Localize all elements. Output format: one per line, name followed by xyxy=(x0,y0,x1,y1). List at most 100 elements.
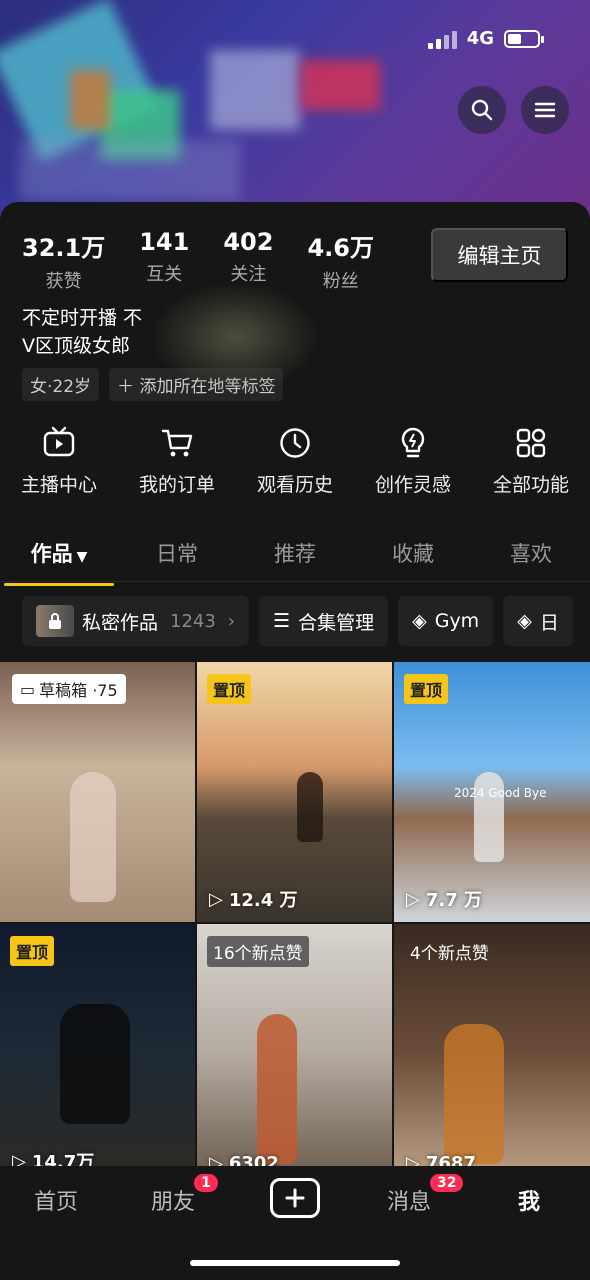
stat-label: 获赞 xyxy=(45,271,82,292)
tab-likes[interactable]: 喜欢 xyxy=(472,524,590,586)
feature-streamer-center[interactable]: 主播中心 xyxy=(4,426,114,497)
divider xyxy=(0,581,590,582)
play-icon: ▷ xyxy=(406,888,420,910)
video-thumbnail[interactable]: 2024 Good Bye 置顶 ▷ 7.7 万 xyxy=(394,662,590,922)
signal-icon xyxy=(427,29,457,49)
feature-watch-history[interactable]: 观看历史 xyxy=(240,426,350,497)
filter-row: 私密作品 1243 › ☰ 合集管理 ◈ Gym ◈ 日 xyxy=(22,596,573,646)
video-thumbnail[interactable]: 置顶 ▷ 12.4 万 xyxy=(197,662,392,922)
play-icon: ▷ xyxy=(209,888,223,910)
collection-manage-chip[interactable]: ☰ 合集管理 xyxy=(259,596,389,646)
grid-icon xyxy=(516,428,546,458)
content-tabs: 作品 ▼ 日常 推荐 收藏 喜欢 xyxy=(0,524,590,586)
video-grid: ▭ 草稿箱 ·75 置顶 ▷ 12.4 万 2024 Good Bye 置顶 ▷ 7.… xyxy=(0,662,590,1184)
stat-value: 141 xyxy=(139,228,190,256)
create-button[interactable] xyxy=(270,1178,320,1218)
feature-label: 观看历史 xyxy=(256,474,333,496)
tab-favorites[interactable]: 收藏 xyxy=(354,524,472,586)
video-thumbnail[interactable]: 置顶 ▷ 14.7万 xyxy=(0,924,195,1184)
private-works-chip[interactable]: 私密作品 1243 › xyxy=(22,596,250,646)
video-thumbnail[interactable]: 4个新点赞 ▷ 7687 xyxy=(394,924,590,1184)
stat-value: 4.6万 xyxy=(307,234,374,262)
private-works-label: 私密作品 xyxy=(82,611,159,634)
stat-value: 402 xyxy=(223,228,274,256)
bottom-nav: 首页 朋友 1 消息 32 我 xyxy=(0,1166,590,1280)
feature-inspiration[interactable]: 创作灵感 xyxy=(358,426,468,497)
profile-card: 32.1万 获赞 141 互关 402 关注 4.6万 粉丝 编辑主页 不定时开… xyxy=(0,202,590,1280)
pinned-badge: 置顶 xyxy=(10,936,55,966)
play-count: ▷ 12.4 万 xyxy=(209,886,298,912)
stat-value: 32.1万 xyxy=(22,234,106,262)
feature-my-orders[interactable]: 我的订单 xyxy=(122,426,232,497)
edit-profile-button[interactable]: 编辑主页 xyxy=(431,228,568,282)
drafts-label: 草稿箱 ·75 xyxy=(39,681,118,700)
video-thumbnail[interactable]: ▭ 草稿箱 ·75 xyxy=(0,662,195,922)
drafts-icon: ▭ xyxy=(20,679,36,699)
menu-icon xyxy=(534,102,556,118)
bio-line: 不定时开播 不 xyxy=(22,307,143,329)
play-count-value: 7.7 万 xyxy=(425,890,482,911)
battery-icon xyxy=(504,29,544,48)
video-thumbnail[interactable]: 16个新点赞 ▷ 6302 xyxy=(197,924,392,1184)
drafts-badge: ▭ 草稿箱 ·75 xyxy=(12,674,126,704)
plus-icon xyxy=(285,1188,305,1208)
status-bar: 4G xyxy=(427,28,544,49)
more-collection-chip[interactable]: ◈ 日 xyxy=(503,596,573,646)
bio-line: V区顶级女郎 xyxy=(22,335,130,357)
clock-icon xyxy=(280,428,310,458)
redaction-blur xyxy=(150,282,320,392)
tab-recommend[interactable]: 推荐 xyxy=(236,524,354,586)
play-count: ▷ 7.7 万 xyxy=(406,886,482,912)
feature-all-functions[interactable]: 全部功能 xyxy=(476,426,586,497)
video-figure xyxy=(444,1024,504,1164)
feature-label: 主播中心 xyxy=(20,474,97,496)
chevron-right-icon: › xyxy=(227,610,236,632)
layers-icon: ◈ xyxy=(517,610,532,632)
banner-blur xyxy=(20,140,240,200)
banner-blur xyxy=(300,60,380,110)
nav-home[interactable]: 首页 xyxy=(34,1184,78,1216)
video-figure xyxy=(70,772,116,902)
video-figure xyxy=(257,1014,297,1164)
messages-badge: 32 xyxy=(430,1174,464,1192)
bio: 不定时开播 不 V区顶级女郎 xyxy=(22,304,142,360)
tab-works[interactable]: 作品 ▼ xyxy=(0,524,118,586)
nav-friends[interactable]: 朋友 xyxy=(151,1184,195,1216)
video-figure xyxy=(60,1004,130,1124)
banner-blur xyxy=(70,70,110,130)
private-works-count: 1243 xyxy=(170,610,216,632)
feature-row: 主播中心 我的订单 观看历史 创作灵感 全部功能 xyxy=(0,426,590,497)
feature-label: 全部功能 xyxy=(492,474,569,496)
nav-me[interactable]: 我 xyxy=(518,1184,540,1216)
video-figure xyxy=(297,772,323,842)
menu-button[interactable] xyxy=(521,86,569,134)
network-label: 4G xyxy=(466,28,494,49)
gender-age-tag[interactable]: 女·22岁 xyxy=(22,368,100,401)
collection-manage-label: 合集管理 xyxy=(298,611,375,634)
cart-icon xyxy=(161,429,193,457)
list-icon: ☰ xyxy=(273,610,291,632)
tab-label: 作品 xyxy=(30,542,73,566)
layers-icon: ◈ xyxy=(412,610,427,632)
search-button[interactable] xyxy=(458,86,506,134)
nav-messages[interactable]: 消息 xyxy=(387,1184,431,1216)
pinned-badge: 置顶 xyxy=(404,674,449,704)
tab-daily[interactable]: 日常 xyxy=(118,524,236,586)
video-overlay-text: 2024 Good Bye xyxy=(454,786,547,800)
feature-label: 我的订单 xyxy=(138,474,215,496)
caret-down-icon: ▼ xyxy=(76,549,88,565)
stat-likes[interactable]: 32.1万 获赞 xyxy=(22,228,105,293)
search-icon xyxy=(471,99,493,121)
banner-blur xyxy=(210,50,300,130)
gym-label: Gym xyxy=(434,610,480,632)
friends-badge: 1 xyxy=(194,1174,218,1192)
bulb-icon xyxy=(401,427,425,458)
gym-collection-chip[interactable]: ◈ Gym xyxy=(398,596,494,646)
new-likes-badge: 16个新点赞 xyxy=(207,936,309,967)
lock-icon xyxy=(36,605,74,637)
more-collection-label: 日 xyxy=(539,611,559,634)
feature-label: 创作灵感 xyxy=(374,474,451,496)
play-count-value: 12.4 万 xyxy=(228,890,298,911)
pinned-badge: 置顶 xyxy=(207,674,252,704)
new-likes-badge: 4个新点赞 xyxy=(410,944,489,964)
